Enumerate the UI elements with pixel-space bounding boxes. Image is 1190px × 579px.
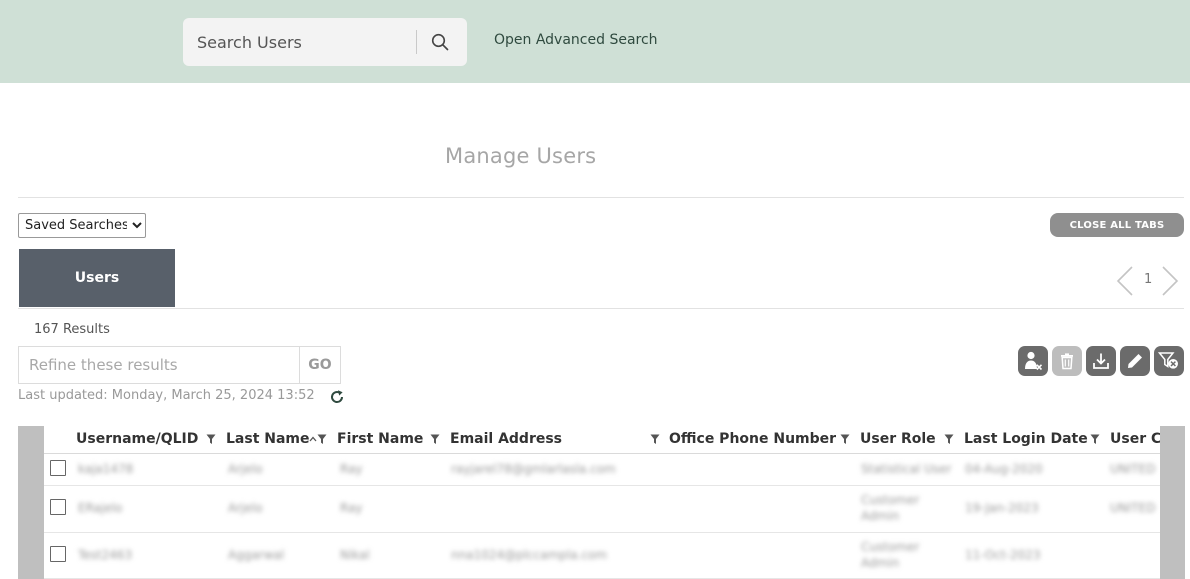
search-divider	[416, 30, 417, 54]
cell-last-login: 19-Jan-2023	[965, 501, 1039, 515]
results-count: 167 Results	[34, 322, 110, 337]
remove-user-icon	[1025, 351, 1043, 371]
filter-icon[interactable]	[650, 434, 660, 445]
header-divider	[44, 453, 1160, 454]
column-header-email[interactable]: Email Address	[450, 426, 562, 453]
chevron-left-icon[interactable]	[1115, 265, 1135, 297]
sort-ascending-icon[interactable]	[309, 434, 317, 445]
cell-first-name: Ray	[340, 462, 363, 476]
cell-username: ERajelo	[78, 501, 123, 515]
filter-icon[interactable]	[206, 434, 216, 445]
cell-role: Customer Admin	[861, 540, 920, 570]
go-button[interactable]: GO	[299, 346, 341, 384]
column-header-office-phone[interactable]: Office Phone Number	[669, 426, 836, 453]
cell-username: kaja1478	[78, 462, 134, 476]
filter-icon[interactable]	[1090, 434, 1100, 445]
cell-country: UNITED	[1110, 501, 1156, 515]
chevron-right-icon[interactable]	[1160, 265, 1180, 297]
pager-current-page: 1	[1144, 272, 1153, 287]
column-header-first-name[interactable]: First Name	[337, 426, 423, 453]
row-checkbox[interactable]	[50, 546, 66, 562]
filter-icon[interactable]	[944, 434, 954, 445]
delete-button[interactable]	[1052, 346, 1082, 376]
saved-searches-select[interactable]: Saved Searches	[18, 213, 146, 238]
row-checkbox[interactable]	[50, 499, 66, 515]
filter-icon[interactable]	[840, 434, 850, 445]
tab-users[interactable]: Users	[19, 249, 175, 307]
cell-first-name: Ray	[340, 501, 363, 515]
clear-filters-button[interactable]	[1154, 346, 1184, 376]
edit-icon	[1128, 354, 1142, 368]
users-grid-body: Username/QLID Last Name First Name Email…	[44, 426, 1160, 579]
cell-email: nna1024@plccampla.com	[451, 548, 608, 562]
column-header-username[interactable]: Username/QLID	[76, 426, 198, 453]
refresh-icon[interactable]	[329, 389, 345, 405]
remove-user-button[interactable]	[1018, 346, 1048, 376]
search-icon	[431, 33, 449, 51]
cell-role: Customer Admin	[861, 493, 920, 523]
cell-email: rayjarel78@gmlarlasla.com	[451, 462, 616, 476]
row-checkbox[interactable]	[50, 460, 66, 476]
column-header-user-country[interactable]: User Co	[1110, 426, 1160, 453]
search-users-input[interactable]	[183, 18, 415, 66]
user-search-box	[183, 18, 467, 66]
filter-clear-icon	[1158, 352, 1178, 369]
row-divider	[44, 485, 1160, 486]
divider	[18, 308, 1184, 309]
column-header-last-name[interactable]: Last Name	[226, 426, 310, 453]
cell-last-login: 11-Oct-2023	[965, 548, 1041, 562]
cell-last-name: Arjelo	[228, 501, 263, 515]
page-title: Manage Users	[445, 144, 597, 168]
cell-country: UNITED	[1110, 462, 1156, 476]
row-divider	[44, 532, 1160, 533]
cell-last-name: Aggarwal	[228, 548, 285, 562]
close-all-tabs-button[interactable]: CLOSE ALL TABS	[1050, 213, 1184, 237]
cell-role: Statistical User	[861, 462, 952, 476]
open-advanced-search-link[interactable]: Open Advanced Search	[494, 32, 658, 48]
cell-last-login: 04-Aug-2020	[965, 462, 1043, 476]
download-icon	[1093, 353, 1109, 369]
cell-first-name: Nikal	[340, 548, 370, 562]
edit-button[interactable]	[1120, 346, 1150, 376]
divider	[18, 197, 1184, 198]
download-button[interactable]	[1086, 346, 1116, 376]
cell-last-name: Arjelo	[228, 462, 263, 476]
refine-results-input[interactable]	[18, 346, 300, 384]
last-updated-text: Last updated: Monday, March 25, 2024 13:…	[18, 388, 315, 403]
column-header-last-login[interactable]: Last Login Date	[964, 426, 1088, 453]
search-button[interactable]	[423, 26, 457, 58]
delete-icon	[1061, 353, 1073, 370]
top-bar: Open Advanced Search	[0, 0, 1190, 83]
cell-username: Test2463	[78, 548, 133, 562]
filter-icon[interactable]	[430, 434, 440, 445]
filter-icon[interactable]	[317, 434, 327, 445]
users-grid: Username/QLID Last Name First Name Email…	[18, 426, 1185, 579]
column-header-user-role[interactable]: User Role	[860, 426, 936, 453]
